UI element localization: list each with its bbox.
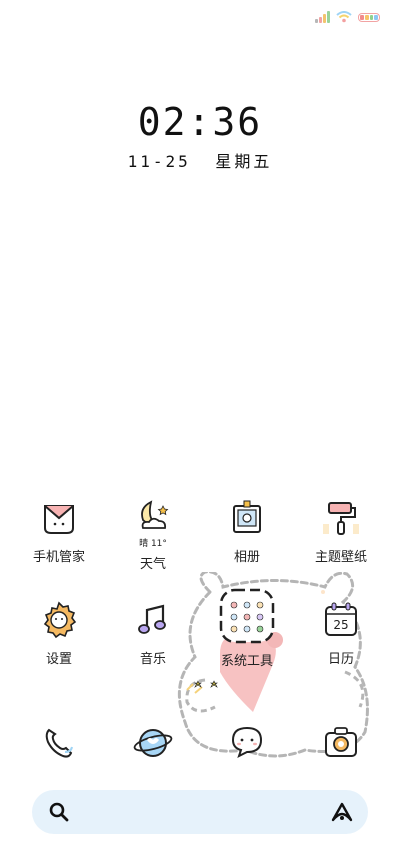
app-music[interactable]: 音乐 (118, 600, 188, 667)
wifi-icon (336, 11, 352, 23)
app-settings[interactable]: 设置 (24, 600, 94, 667)
app-gallery[interactable]: 相册 (212, 498, 282, 565)
gear-face-icon (43, 601, 77, 639)
dock-camera[interactable] (306, 722, 376, 762)
search-icon (49, 802, 69, 822)
search-bar[interactable] (32, 790, 368, 834)
app-calendar[interactable]: 25 日历 (306, 600, 376, 667)
dock-browser[interactable] (118, 722, 188, 762)
app-label: 日历 (327, 652, 354, 667)
dock-phone[interactable] (24, 722, 94, 762)
dock-messages[interactable] (212, 722, 282, 762)
envelope-cat-icon (44, 505, 74, 534)
battery-icon (358, 12, 380, 22)
folder-icon (219, 588, 275, 644)
photo-frame-icon (233, 500, 261, 533)
status-bar (315, 10, 380, 24)
folder-system-tools[interactable]: 系统工具 (212, 588, 282, 669)
app-themes[interactable]: 主题壁纸 (306, 498, 376, 565)
moon-cloud-icon (141, 500, 169, 529)
app-weather[interactable]: 晴 11° 天气 (118, 498, 188, 572)
camera-icon (325, 727, 357, 757)
music-note-icon (138, 604, 166, 634)
app-label: 音乐 (139, 652, 166, 667)
paint-roller-icon (323, 502, 359, 535)
lock-date-row: 11-25 星期五 (0, 148, 400, 172)
signal-icon (315, 11, 330, 23)
assistant-icon[interactable] (330, 801, 354, 823)
lock-time: 02:36 (137, 100, 263, 144)
app-label: 天气 (139, 557, 166, 572)
app-label: 相册 (233, 550, 260, 565)
app-phone-manager[interactable]: 手机管家 (24, 498, 94, 565)
calendar-day: 25 (333, 618, 348, 632)
lock-date: 11-25 (127, 152, 191, 171)
app-label: 手机管家 (32, 550, 85, 565)
calendar-icon: 25 (325, 602, 357, 636)
planet-icon (133, 729, 173, 757)
weather-sublabel: 晴 11° (139, 539, 167, 549)
app-label: 设置 (45, 652, 72, 667)
app-label: 主题壁纸 (314, 550, 367, 565)
lock-weekday: 星期五 (215, 152, 273, 171)
chat-bubble-icon (231, 726, 263, 758)
app-label: 系统工具 (220, 654, 273, 669)
phone-icon (45, 728, 73, 758)
